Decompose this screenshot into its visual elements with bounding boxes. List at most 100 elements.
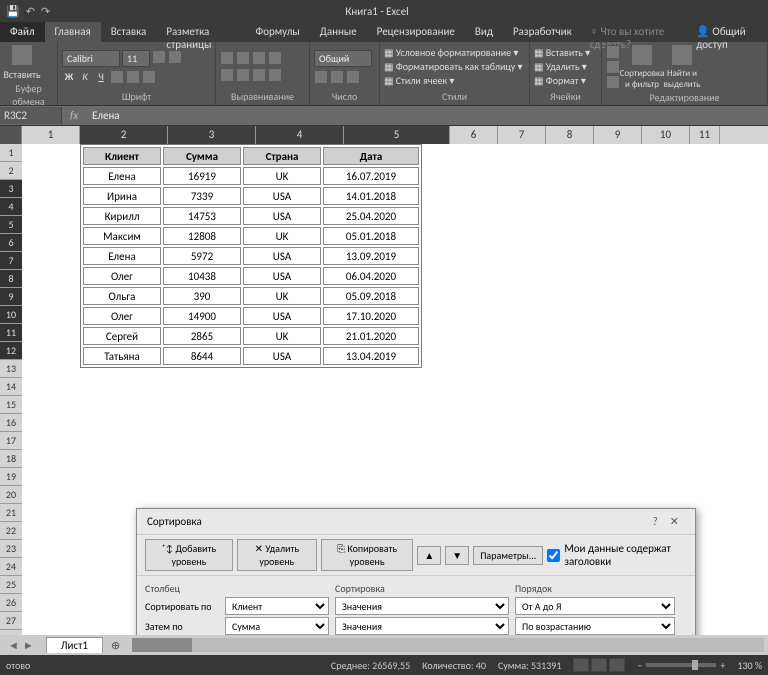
col-header[interactable]: 5 (344, 126, 450, 144)
orient-icon[interactable] (268, 51, 282, 65)
cell[interactable]: 05.01.2018 (323, 227, 419, 245)
view-normal-icon[interactable] (573, 658, 589, 672)
cell[interactable]: Сергей (83, 327, 161, 345)
cell[interactable]: UK (243, 227, 321, 245)
tab-insert[interactable]: Вставка (101, 22, 157, 42)
formula-input[interactable]: Елена (86, 107, 768, 124)
row-header[interactable]: 15 (0, 396, 22, 414)
tell-me[interactable]: ♀ Что вы хотите сделать? (582, 22, 689, 42)
view-layout-icon[interactable] (591, 658, 607, 672)
comma-icon[interactable] (346, 70, 360, 84)
close-icon[interactable]: ✕ (664, 515, 685, 528)
cell[interactable]: Кирилл (83, 207, 161, 225)
cell[interactable]: Ирина (83, 187, 161, 205)
worksheet-grid[interactable]: 1 2 3 4 5 6 7 8 9 10 11 1234567891011121… (0, 126, 768, 635)
row-header[interactable]: 17 (0, 432, 22, 450)
row-header[interactable]: 9 (0, 288, 22, 306)
table-row[interactable]: Сергей2865UK21.01.2020 (83, 327, 419, 345)
sort-on-select[interactable]: Значения (335, 597, 509, 615)
cell[interactable]: 21.01.2020 (323, 327, 419, 345)
find-select-button[interactable]: Найти и выделить (664, 44, 700, 90)
cell[interactable]: 5972 (163, 247, 241, 265)
sheet-nav-prev-icon[interactable]: ◄ (8, 639, 19, 652)
align-top-icon[interactable] (220, 51, 234, 65)
col-header[interactable]: 1 (22, 126, 80, 144)
column-select[interactable]: Клиент (225, 597, 329, 615)
format-cells-button[interactable]: ▦ Формат ▾ (534, 74, 590, 87)
shrink-font-icon[interactable] (168, 50, 182, 64)
add-level-button[interactable]: ⁺↕ Добавить уровень (145, 539, 233, 571)
row-header[interactable]: 6 (0, 234, 22, 252)
table-row[interactable]: Елена16919UK16.07.2019 (83, 167, 419, 185)
font-name-select[interactable]: Calibri (62, 50, 120, 67)
row-header[interactable]: 22 (0, 522, 22, 540)
headers-checkbox[interactable]: Мои данные содержат заголовки (547, 542, 687, 568)
border-icon[interactable] (110, 70, 124, 84)
zoom-slider[interactable]: − + (637, 659, 725, 672)
cell[interactable]: 390 (163, 287, 241, 305)
row-header[interactable]: 16 (0, 414, 22, 432)
table-row[interactable]: Максим12808UK05.01.2018 (83, 227, 419, 245)
table-row[interactable]: Олег14900USA17.10.2020 (83, 307, 419, 325)
table-row[interactable]: Кирилл14753USA25.04.2020 (83, 207, 419, 225)
percent-icon[interactable] (330, 70, 344, 84)
sort-filter-button[interactable]: Сортировка и фильтр (624, 44, 660, 90)
row-header[interactable]: 4 (0, 198, 22, 216)
tab-data[interactable]: Данные (310, 22, 367, 42)
tab-file[interactable]: Файл (0, 22, 45, 42)
row-header[interactable]: 27 (0, 612, 22, 630)
clear-icon[interactable] (606, 75, 620, 89)
cell[interactable]: 12808 (163, 227, 241, 245)
paste-button[interactable]: Вставить (4, 44, 40, 81)
cell[interactable]: UK (243, 167, 321, 185)
tab-formulas[interactable]: Формулы (246, 22, 310, 42)
cell[interactable]: Ольга (83, 287, 161, 305)
cell[interactable]: Елена (83, 247, 161, 265)
row-header[interactable]: 2 (0, 162, 22, 180)
share-button[interactable]: 👤 Общий доступ (688, 22, 768, 42)
col-header[interactable]: 3 (168, 126, 256, 144)
row-header[interactable]: 10 (0, 306, 22, 324)
table-row[interactable]: Татьяна8644USA13.04.2019 (83, 347, 419, 365)
cell[interactable]: Елена (83, 167, 161, 185)
sort-on-select[interactable]: Значения (335, 617, 509, 635)
params-button[interactable]: Параметры... (473, 546, 543, 565)
row-header[interactable]: 25 (0, 576, 22, 594)
redo-icon[interactable]: ↷ (41, 5, 50, 18)
delete-cells-button[interactable]: ▦ Удалить ▾ (534, 60, 590, 73)
cell[interactable]: Олег (83, 267, 161, 285)
cell[interactable]: 05.09.2018 (323, 287, 419, 305)
col-header[interactable]: 8 (546, 126, 594, 144)
cell[interactable]: 16.07.2019 (323, 167, 419, 185)
tab-developer[interactable]: Разработчик (503, 22, 582, 42)
col-header[interactable]: 2 (80, 126, 168, 144)
undo-icon[interactable]: ↶ (26, 5, 35, 18)
row-header[interactable]: 18 (0, 450, 22, 468)
fill-color-icon[interactable] (126, 70, 140, 84)
row-header[interactable]: 13 (0, 360, 22, 378)
row-header[interactable]: 8 (0, 270, 22, 288)
bold-button[interactable]: Ж (62, 70, 76, 84)
fx-icon[interactable]: fx (62, 109, 86, 122)
row-header[interactable]: 7 (0, 252, 22, 270)
cell[interactable]: 25.04.2020 (323, 207, 419, 225)
tab-layout[interactable]: Разметка страницы (156, 22, 245, 42)
table-row[interactable]: Олег10438USA06.04.2020 (83, 267, 419, 285)
row-header[interactable]: 1 (0, 144, 22, 162)
cell[interactable]: 14753 (163, 207, 241, 225)
format-table-button[interactable]: ▦ Форматировать как таблицу ▾ (384, 60, 523, 73)
align-left-icon[interactable] (220, 68, 234, 82)
cell[interactable]: 2865 (163, 327, 241, 345)
align-bot-icon[interactable] (252, 51, 266, 65)
cell-styles-button[interactable]: ▦ Стили ячеек ▾ (384, 74, 523, 87)
cell[interactable]: 8644 (163, 347, 241, 365)
zoom-in-icon[interactable]: + (720, 659, 725, 672)
cell[interactable]: 17.10.2020 (323, 307, 419, 325)
cell[interactable]: 06.04.2020 (323, 267, 419, 285)
row-header[interactable]: 20 (0, 486, 22, 504)
zoom-out-icon[interactable]: − (637, 659, 642, 672)
zoom-value[interactable]: 130 % (737, 659, 762, 672)
table-row[interactable]: Ольга390UK05.09.2018 (83, 287, 419, 305)
cell[interactable]: Олег (83, 307, 161, 325)
cell[interactable]: USA (243, 267, 321, 285)
